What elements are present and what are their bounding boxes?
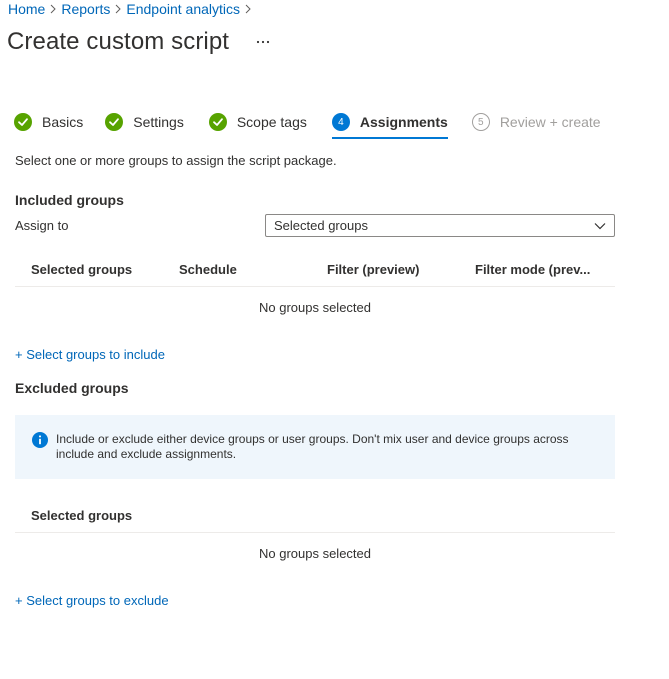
step-review-create[interactable]: 5 Review + create: [471, 111, 601, 133]
step-settings[interactable]: Settings: [105, 111, 184, 133]
excluded-groups-heading: Excluded groups: [15, 380, 129, 396]
chevron-right-icon: [110, 4, 126, 14]
select-groups-to-exclude-link[interactable]: + Select groups to exclude: [15, 593, 169, 608]
breadcrumb-reports[interactable]: Reports: [61, 1, 110, 17]
step-scope-tags[interactable]: Scope tags: [208, 111, 307, 133]
checkmark-circle-icon: [14, 113, 32, 131]
step-label: Basics: [42, 114, 84, 130]
info-message-bar: Include or exclude either device groups …: [15, 415, 615, 479]
ellipsis-icon: [256, 40, 270, 44]
column-header-filter[interactable]: Filter (preview): [327, 262, 419, 277]
column-header-schedule[interactable]: Schedule: [179, 262, 237, 277]
more-options-button[interactable]: [254, 32, 272, 52]
checkmark-circle-icon: [105, 113, 124, 131]
checkmark-circle-icon: [208, 113, 227, 131]
excluded-empty-message: No groups selected: [258, 546, 371, 561]
chevron-right-icon: [240, 4, 256, 14]
included-groups-table-header: Selected groups Schedule Filter (preview…: [15, 253, 615, 287]
step-number-badge: 5: [471, 113, 490, 131]
step-label: Settings: [133, 114, 184, 130]
chevron-down-icon: [594, 223, 606, 230]
included-empty-message: No groups selected: [258, 300, 371, 315]
assign-to-dropdown[interactable]: Selected groups: [265, 214, 615, 237]
select-groups-to-include-link[interactable]: + Select groups to include: [15, 347, 165, 362]
step-basics[interactable]: Basics: [14, 111, 83, 133]
included-groups-heading: Included groups: [15, 192, 124, 208]
chevron-right-icon: [45, 4, 61, 14]
breadcrumb: Home Reports Endpoint analytics: [8, 1, 256, 17]
breadcrumb-home[interactable]: Home: [8, 1, 45, 17]
step-assignments[interactable]: 4 Assignments: [331, 111, 448, 139]
page-title: Create custom script: [7, 28, 230, 55]
info-icon: [32, 432, 48, 448]
assign-to-label: Assign to: [15, 218, 69, 233]
column-header-selected-groups[interactable]: Selected groups: [31, 508, 132, 523]
column-header-selected-groups[interactable]: Selected groups: [31, 262, 132, 277]
step-label: Scope tags: [236, 114, 307, 130]
wizard-steps: Basics Settings Scope tags 4 Assignments…: [14, 111, 601, 139]
assign-to-value: Selected groups: [274, 218, 368, 233]
breadcrumb-endpoint-analytics[interactable]: Endpoint analytics: [126, 1, 240, 17]
assignments-description: Select one or more groups to assign the …: [15, 153, 337, 168]
info-message-text: Include or exclude either device groups …: [56, 432, 569, 461]
step-label: Review + create: [499, 114, 601, 130]
column-header-filter-mode[interactable]: Filter mode (prev...: [475, 262, 590, 277]
step-number-badge: 4: [331, 113, 350, 131]
step-label: Assignments: [359, 114, 448, 130]
excluded-groups-table-header: Selected groups: [15, 499, 615, 533]
